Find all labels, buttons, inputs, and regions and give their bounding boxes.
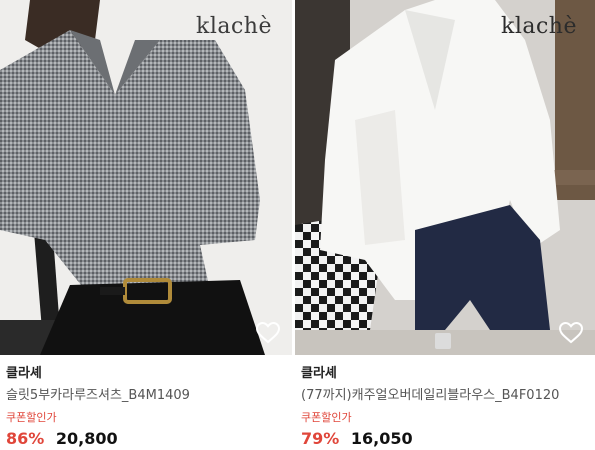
product-image[interactable]: klachè <box>295 0 595 355</box>
discount-rate: 79% <box>301 429 340 448</box>
coupon-price-label: 쿠폰할인가 <box>6 411 57 424</box>
price-row: 86% 20,800 <box>6 429 286 449</box>
product-image[interactable]: klachè <box>0 0 292 355</box>
shop-name[interactable]: 클라셰 <box>301 365 589 383</box>
brand-logo: klachè <box>501 14 577 39</box>
image-carousel-indicator[interactable] <box>435 333 451 349</box>
product-photo-illustration <box>295 0 595 355</box>
discount-rate: 86% <box>6 429 45 448</box>
product-info: 클라셰 슬릿5부카라루즈셔츠_B4M1409 쿠폰할인가 86% 20,800 <box>0 365 292 449</box>
sale-price: 16,050 <box>350 429 413 448</box>
product-info: 클라셰 (77까지)캐주얼오버데일리블라우스_B4F0120 쿠폰할인가 79%… <box>295 365 595 449</box>
product-grid: klachè 클라셰 슬릿5부카라루즈셔츠_B4M1409 쿠폰할인가 86% … <box>0 0 595 450</box>
shop-name[interactable]: 클라셰 <box>6 365 286 383</box>
price-row: 79% 16,050 <box>301 429 589 449</box>
product-card[interactable]: klachè 클라셰 슬릿5부카라루즈셔츠_B4M1409 쿠폰할인가 86% … <box>0 0 292 450</box>
heart-icon[interactable] <box>559 322 583 344</box>
product-card[interactable]: klachè 클라셰 (77까지)캐주얼오버데일리블라우스_B4F0120 쿠폰… <box>295 0 595 450</box>
product-photo-illustration <box>0 0 292 355</box>
product-name[interactable]: (77까지)캐주얼오버데일리블라우스_B4F0120 <box>301 387 589 405</box>
heart-icon[interactable] <box>256 322 280 344</box>
product-name[interactable]: 슬릿5부카라루즈셔츠_B4M1409 <box>6 387 286 405</box>
sale-price: 20,800 <box>55 429 118 448</box>
brand-logo: klachè <box>196 14 272 39</box>
coupon-price-label: 쿠폰할인가 <box>301 411 352 424</box>
